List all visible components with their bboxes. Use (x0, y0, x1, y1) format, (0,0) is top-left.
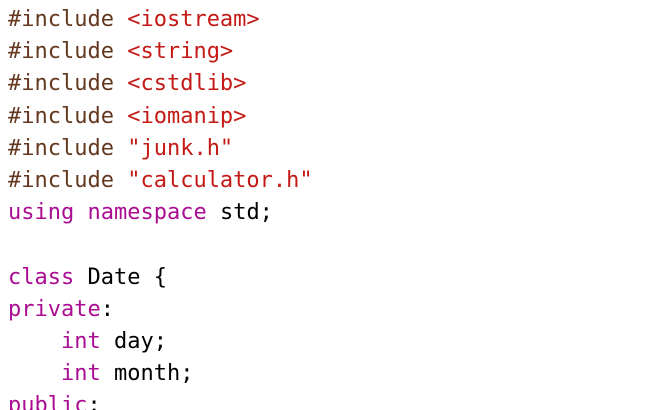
code-line: #include <iostream> (8, 4, 662, 36)
code-line: int day; (8, 326, 662, 358)
code-token-keyword: namespace (87, 200, 207, 226)
code-line: using namespace std; (8, 197, 662, 229)
code-token-header: <iostream> (127, 7, 260, 32)
code-token-directive: #include (8, 167, 128, 193)
code-editor[interactable]: #include <iostream> #include <string> #inc… (0, 0, 662, 410)
code-token-plain: month; (100, 361, 194, 387)
code-line: #include <iomanip> (8, 101, 662, 133)
code-line: #include <string> (8, 36, 662, 68)
code-line: public: (8, 390, 662, 410)
code-token-keyword: using (8, 200, 75, 226)
code-token-keyword: public (8, 393, 88, 410)
code-line: private: (8, 294, 662, 326)
code-token-keyword: class (8, 264, 75, 290)
code-line: int month; (8, 358, 662, 390)
code-token-header: <cstdlib> (127, 71, 247, 97)
code-line: ​ (8, 229, 662, 261)
code-token-plain: day; (100, 328, 167, 354)
code-token-header: "calculator.h" (127, 167, 313, 193)
code-token-plain: : (87, 393, 101, 410)
code-token-header: <iomanip> (127, 103, 247, 129)
code-token-plain: Date { (74, 264, 167, 290)
code-token-directive: #include (8, 135, 128, 161)
code-token-keyword: int (60, 361, 101, 387)
code-token-directive: #include (8, 7, 128, 32)
code-token-keyword: private (8, 296, 101, 322)
code-line: #include <cstdlib> (8, 68, 662, 100)
code-token-directive: #include (8, 39, 128, 65)
code-line: #include "junk.h" (8, 133, 662, 165)
code-token-keyword: int (60, 328, 101, 354)
code-token-plain: : (100, 296, 114, 322)
code-line: class Date { (8, 262, 662, 294)
code-token-directive: #include (8, 71, 128, 97)
code-token-directive: #include (8, 103, 128, 129)
code-line: #include "calculator.h" (8, 165, 662, 197)
code-token-plain: std; (206, 200, 273, 226)
code-token-header: "junk.h" (127, 135, 234, 161)
code-token-header: <string> (127, 39, 234, 65)
